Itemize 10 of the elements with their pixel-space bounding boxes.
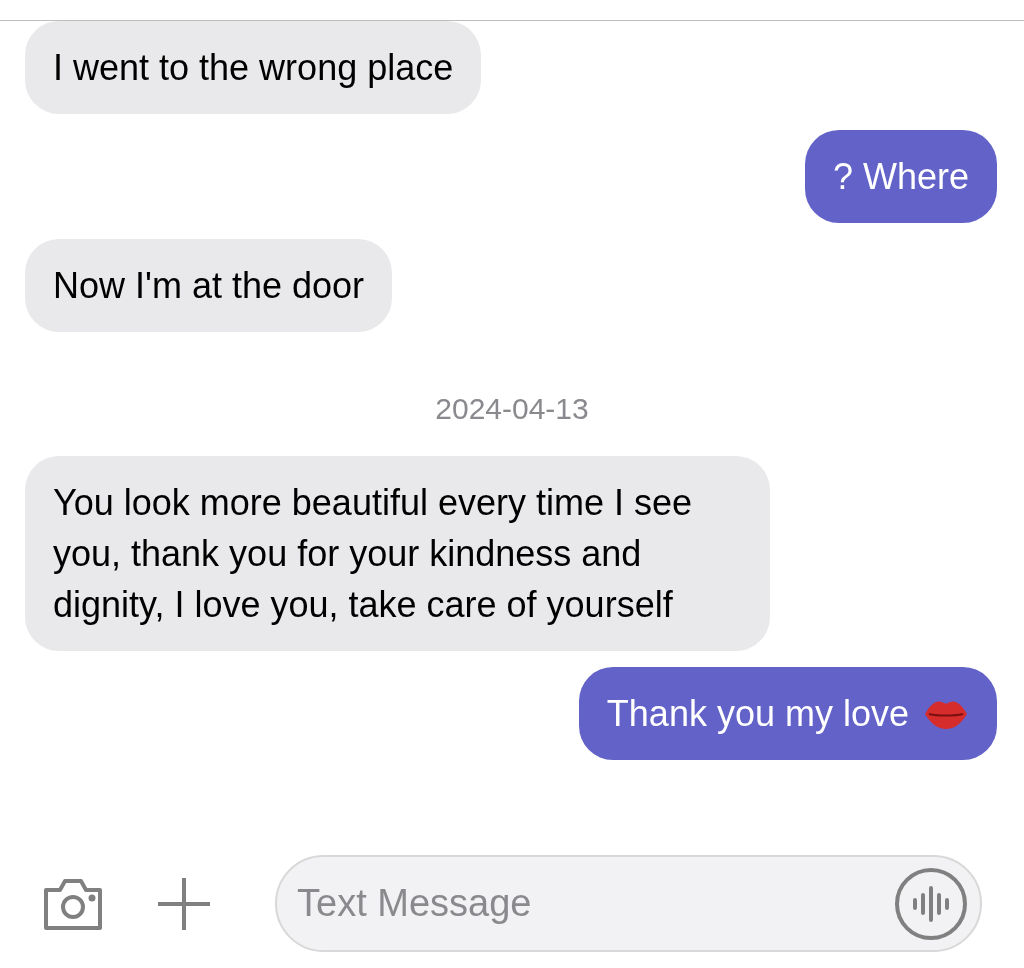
date-label: 2024-04-13 [435, 391, 589, 427]
message-text-input[interactable]: Text Message [297, 875, 894, 932]
message-bubble: ? Where [804, 130, 997, 223]
message-field[interactable]: Text Message [275, 855, 982, 952]
message-bubble: Thank you my love [578, 667, 997, 760]
message-bubble: Now I'm at the door [25, 239, 392, 332]
message-bubble: I went to the wrong place [25, 21, 482, 114]
voice-icon[interactable] [894, 866, 968, 941]
message-bubble: You look more beautiful every time I see you, thank you for your kindness and dignity, I love you, take care of yourself [25, 456, 770, 651]
plus-icon[interactable] [156, 875, 212, 932]
